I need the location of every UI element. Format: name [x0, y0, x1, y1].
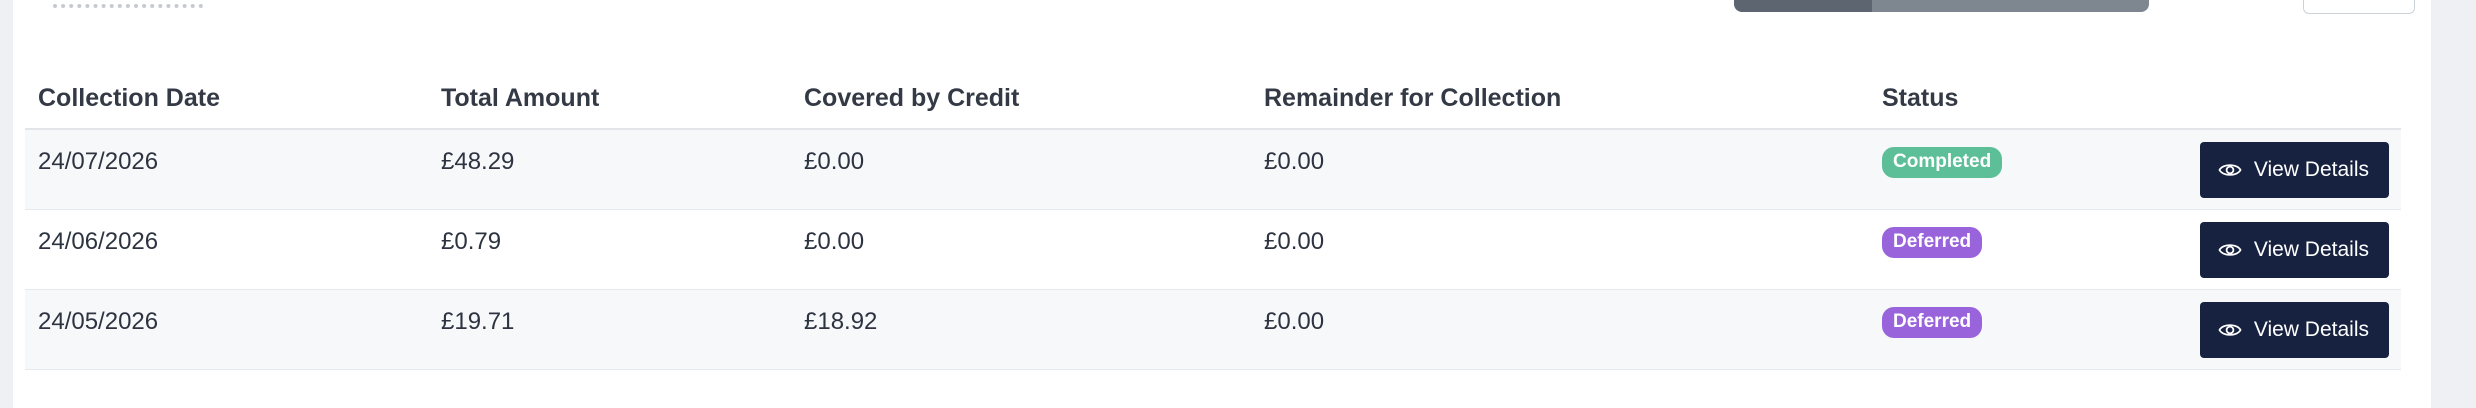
collections-table: Collection Date Total Amount Covered by …: [25, 68, 2401, 370]
cell-covered-by-credit: £18.92: [791, 289, 1251, 370]
cell-action: View Details: [2172, 289, 2401, 370]
header-remainder: Remainder for Collection: [1251, 68, 1869, 130]
status-badge: Completed: [1882, 147, 2003, 178]
view-toggle-group[interactable]: [1734, 0, 2149, 12]
cell-total-amount: £19.71: [428, 289, 791, 370]
cell-status: Completed: [1869, 129, 2172, 210]
cell-total-amount: £48.29: [428, 129, 791, 210]
toggle-segment[interactable]: [1872, 0, 2149, 12]
total-amount-text: £0.79: [441, 227, 502, 255]
cropped-heading: [53, 0, 203, 8]
status-badge: Deferred: [1882, 226, 1983, 258]
view-details-label: View Details: [2253, 237, 2369, 261]
cell-status: Deferred: [1869, 209, 2172, 290]
remainder-text: £0.00: [1264, 307, 1325, 335]
toggle-segment-active[interactable]: [1734, 0, 1872, 12]
status-badge: Deferred: [1882, 306, 1983, 338]
cell-remainder: £0.00: [1251, 129, 1869, 210]
table-row: 24/05/2026 £19.71 £18.92 £0.00 Deferred …: [25, 289, 2401, 370]
cell-action: View Details: [2172, 129, 2401, 210]
cell-collection-date: 24/07/2026: [25, 129, 428, 210]
view-details-label: View Details: [2253, 317, 2369, 341]
table-row: 24/06/2026 £0.79 £0.00 £0.00 Deferred Vi…: [25, 209, 2401, 290]
cropped-control-button[interactable]: [2303, 0, 2415, 14]
remainder-text: £0.00: [1264, 227, 1325, 255]
header-actions: [2172, 68, 2401, 130]
table-row: 24/07/2026 £48.29 £0.00 £0.00 Completed …: [25, 129, 2401, 210]
cell-collection-date: 24/05/2026: [25, 289, 428, 370]
cell-covered-by-credit: £0.00: [791, 209, 1251, 290]
covered-by-credit-text: £18.92: [804, 307, 878, 335]
collection-date-text: 24/06/2026: [38, 227, 159, 255]
collection-date-text: 24/07/2026: [38, 148, 159, 175]
view-details-button[interactable]: View Details: [2199, 142, 2389, 198]
header-total-amount: Total Amount: [428, 68, 791, 130]
cell-covered-by-credit: £0.00: [791, 129, 1251, 210]
view-details-button[interactable]: View Details: [2199, 221, 2389, 278]
total-amount-text: £19.71: [441, 307, 515, 335]
eye-icon: [2218, 323, 2242, 336]
covered-by-credit-text: £0.00: [804, 227, 865, 255]
view-details-label: View Details: [2253, 158, 2369, 181]
eye-icon: [2218, 243, 2242, 256]
collection-date-text: 24/05/2026: [38, 307, 159, 335]
total-amount-text: £48.29: [441, 148, 515, 175]
cell-status: Deferred: [1869, 289, 2172, 370]
table-header-row: Collection Date Total Amount Covered by …: [25, 68, 2401, 130]
cell-remainder: £0.00: [1251, 289, 1869, 370]
header-covered-by-credit: Covered by Credit: [791, 68, 1251, 130]
remainder-text: £0.00: [1264, 148, 1325, 175]
cell-collection-date: 24/06/2026: [25, 209, 428, 290]
cell-action: View Details: [2172, 209, 2401, 290]
covered-by-credit-text: £0.00: [804, 148, 865, 175]
header-status: Status: [1869, 68, 2172, 130]
cell-remainder: £0.00: [1251, 209, 1869, 290]
eye-icon: [2218, 164, 2242, 176]
cell-total-amount: £0.79: [428, 209, 791, 290]
view-details-button[interactable]: View Details: [2199, 301, 2389, 358]
header-collection-date: Collection Date: [25, 68, 428, 130]
